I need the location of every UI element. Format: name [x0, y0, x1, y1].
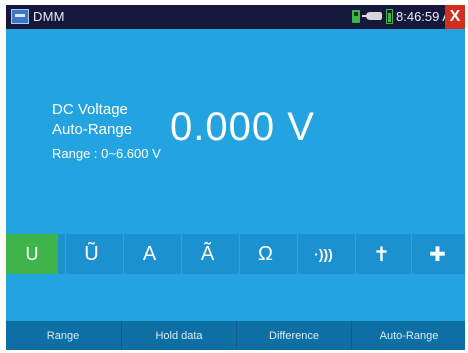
ac-current-icon: Ã [200, 242, 215, 265]
close-icon[interactable]: X [445, 5, 465, 29]
mode-selector: U Ũ A Ã Ω ·))) ✝ ✚ [6, 234, 465, 274]
hold-data-button[interactable]: Hold data [121, 321, 236, 350]
status-bar: DMM 8:46:59 AM X [6, 5, 465, 29]
diode-icon: ✝ [373, 243, 390, 266]
ohm-icon: Ω [258, 242, 273, 265]
power-plug-icon [362, 12, 382, 20]
mode-capacitance-button[interactable]: ✚ [411, 234, 463, 274]
mode-diode-button[interactable]: ✝ [355, 234, 407, 274]
dc-current-icon: A [142, 242, 157, 265]
mode-dc-current-button[interactable]: A [123, 234, 175, 274]
dc-voltage-icon: U [25, 243, 39, 264]
dmm-app-icon [11, 9, 29, 24]
softkey-bar: Range Hold data Difference Auto-Range [6, 321, 465, 350]
mode-continuity-button[interactable]: ·))) [297, 234, 349, 274]
mode-ac-current-button[interactable]: Ã [181, 234, 233, 274]
mode-dc-voltage-button[interactable]: U [6, 234, 58, 274]
mode-resistance-button[interactable]: Ω [239, 234, 291, 274]
measurement-mode-label: DC Voltage [52, 101, 128, 118]
auto-range-button[interactable]: Auto-Range [351, 321, 465, 350]
range-label: Range : 0~6.600 V [52, 146, 161, 161]
sd-card-icon [352, 10, 360, 23]
difference-button[interactable]: Difference [236, 321, 351, 350]
range-button[interactable]: Range [6, 321, 120, 350]
battery-icon [386, 9, 393, 24]
dmm-screen: DMM 8:46:59 AM X DC Voltage Auto-Range R… [6, 5, 465, 350]
capacitor-icon: ✚ [429, 243, 446, 266]
ac-voltage-icon: Ũ [84, 242, 99, 265]
ranging-mode-label: Auto-Range [52, 121, 133, 138]
mode-ac-voltage-button[interactable]: Ũ [65, 234, 117, 274]
continuity-icon: ·))) [314, 246, 333, 262]
app-title: DMM [33, 9, 65, 24]
measurement-value: 0.000 V [170, 105, 315, 149]
